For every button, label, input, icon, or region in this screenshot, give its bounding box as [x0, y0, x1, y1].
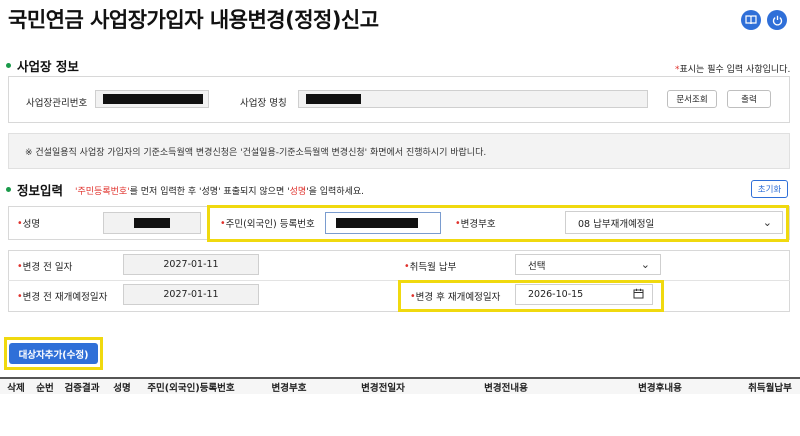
name-label: • 성명: [9, 214, 41, 232]
workplace-name-field: [298, 90, 648, 108]
col-before-date: 변경전일자: [361, 382, 405, 394]
result-table-header: 삭제 순번 검증결과 성명 주민(외국인)등록번호 변경부호 변경전일자 변경전…: [0, 377, 800, 394]
col-rrn: 주민(외국인)등록번호: [147, 382, 235, 394]
col-change-code: 변경부호: [271, 382, 307, 394]
masked-value: [134, 218, 170, 228]
masked-value: [306, 94, 361, 104]
mgmt-no-field: [95, 90, 209, 108]
required-note: *표시는 필수 입력 사항입니다.: [675, 65, 791, 75]
col-after-content: 변경후내용: [638, 382, 682, 394]
col-verify: 검증결과: [64, 382, 100, 394]
name-field: [103, 212, 201, 234]
chevron-down-icon: ⌄: [640, 258, 650, 271]
reset-button[interactable]: 초기화: [751, 180, 788, 198]
col-acq-month: 취득월납부: [748, 382, 792, 394]
calendar-icon[interactable]: [633, 288, 644, 302]
workplace-name-label: 사업장 명칭: [240, 98, 287, 109]
col-seq: 순번: [36, 382, 54, 394]
bullet-dot: [6, 187, 11, 192]
acq-month-label: • 취득월 납부: [396, 257, 457, 275]
chevron-down-icon: ⌄: [762, 216, 772, 229]
acq-month-select[interactable]: 선택 ⌄: [515, 254, 661, 275]
col-before-content: 변경전내용: [484, 382, 528, 394]
add-target-button[interactable]: 대상자추가(수정): [9, 343, 98, 364]
before-resume-label: • 변경 전 재개예정일자: [9, 287, 108, 305]
notice-box: ※ 건설일용직 사업장 가입자의 기준소득월액 변경신청은 '건설일용-기준소득…: [8, 133, 790, 169]
doc-lookup-button[interactable]: 문서조회: [667, 90, 717, 108]
masked-value: [103, 94, 203, 104]
page-title: 국민연금 사업장가입자 내용변경(정정)신고: [8, 8, 379, 32]
info-input-hint: '주민등록번호'를 먼저 입력한 후 '성명' 표출되지 않으면 '성명'을 입…: [75, 187, 365, 197]
after-resume-date-input[interactable]: 2026-10-15: [515, 284, 653, 305]
rrn-input[interactable]: [325, 212, 441, 234]
rrn-label: • 주민(외국인) 등록번호: [212, 214, 315, 232]
col-delete: 삭제: [7, 382, 25, 394]
before-date-label: • 변경 전 일자: [9, 257, 73, 275]
print-button[interactable]: 출력: [727, 90, 771, 108]
info-input-heading: 정보입력: [6, 180, 63, 199]
masked-value: [336, 218, 418, 228]
power-icon[interactable]: [767, 10, 787, 30]
workplace-section-heading: 사업장 정보: [6, 56, 79, 75]
mgmt-no-label: 사업장관리번호: [26, 98, 88, 109]
before-resume-field: 2027-01-11: [123, 284, 259, 305]
change-code-select[interactable]: 08 납부재개예정일 ⌄: [565, 211, 783, 234]
bullet-dot: [6, 63, 11, 68]
change-code-label: • 변경부호: [447, 214, 496, 232]
book-icon[interactable]: [741, 10, 761, 30]
before-date-field: 2027-01-11: [123, 254, 259, 275]
col-name: 성명: [113, 382, 131, 394]
after-resume-label: • 변경 후 재개예정일자: [410, 290, 501, 304]
